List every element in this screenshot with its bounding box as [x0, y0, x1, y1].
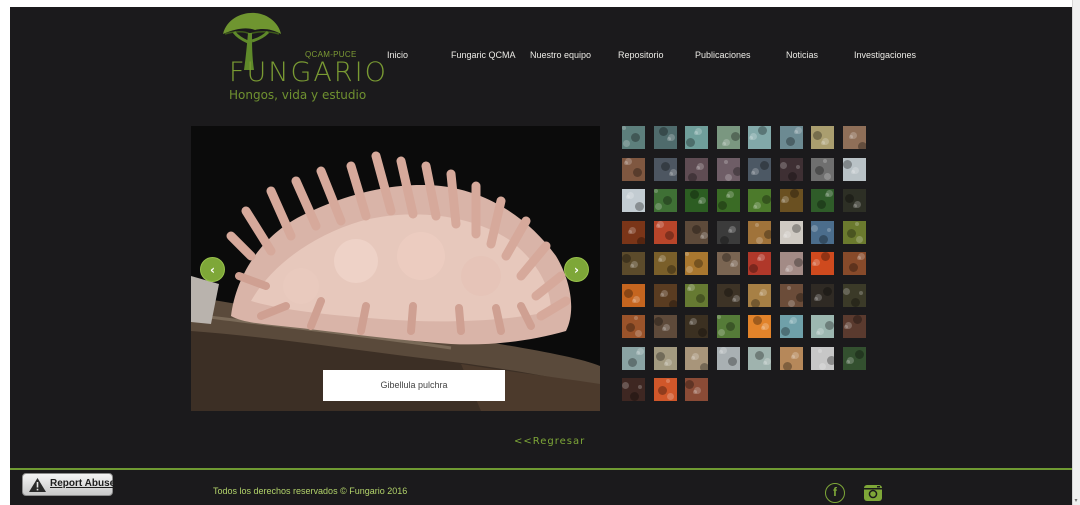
gallery-thumbnail[interactable] [685, 252, 708, 275]
gallery-thumbnail[interactable] [622, 315, 645, 338]
gallery-thumbnail[interactable] [748, 158, 771, 181]
gallery-thumbnail[interactable] [654, 378, 677, 401]
main-nav: Inicio Fungaric QCMA Nuestro equipo Repo… [10, 50, 1072, 66]
gallery-thumbnail[interactable] [843, 284, 866, 307]
gallery-thumbnail[interactable] [811, 284, 834, 307]
photo-slideshow: ‹ › Gibellula pulchra [191, 126, 600, 411]
gallery-thumbnail[interactable] [717, 252, 740, 275]
gallery-thumbnail[interactable] [685, 158, 708, 181]
gallery-thumbnail[interactable] [780, 189, 803, 212]
gallery-thumbnail[interactable] [622, 158, 645, 181]
gallery-thumbnail[interactable] [748, 126, 771, 149]
gallery-thumbnail[interactable] [780, 252, 803, 275]
gallery-thumbnail[interactable] [811, 315, 834, 338]
gallery-thumbnail[interactable] [843, 315, 866, 338]
gallery-thumbnail[interactable] [780, 315, 803, 338]
gallery-thumbnail[interactable] [654, 221, 677, 244]
facebook-glyph: f [833, 485, 837, 499]
gallery-thumbnail[interactable] [685, 315, 708, 338]
gallery-thumbnail[interactable] [843, 158, 866, 181]
gallery-thumbnail[interactable] [622, 347, 645, 370]
footer-copyright: Todos los derechos reservados © Fungario… [213, 486, 408, 496]
gallery-thumbnail[interactable] [780, 347, 803, 370]
fungus-photo [191, 126, 600, 411]
gallery-thumbnail[interactable] [717, 126, 740, 149]
instagram-icon[interactable] [863, 483, 883, 503]
gallery-thumbnail[interactable] [622, 221, 645, 244]
gallery-thumbnail[interactable] [748, 189, 771, 212]
gallery-thumbnail[interactable] [780, 221, 803, 244]
next-slide-button[interactable]: › [564, 257, 589, 282]
gallery-thumbnail[interactable] [811, 252, 834, 275]
gallery-thumbnail[interactable] [685, 378, 708, 401]
gallery-thumbnail[interactable] [654, 189, 677, 212]
gallery-thumbnail[interactable] [780, 158, 803, 181]
thumbnail-gallery [622, 126, 874, 411]
gallery-thumbnail[interactable] [748, 252, 771, 275]
slide-caption: Gibellula pulchra [323, 370, 505, 401]
gallery-thumbnail[interactable] [685, 284, 708, 307]
report-abuse-label: Report Abuse [50, 478, 116, 489]
gallery-thumbnail[interactable] [622, 252, 645, 275]
gallery-thumbnail[interactable] [717, 158, 740, 181]
nav-repositorio[interactable]: Repositorio [618, 50, 664, 60]
page-frame: QCAM-PUCE FUNGARIO Hongos, vida y estudi… [10, 7, 1072, 505]
warning-icon [29, 478, 46, 492]
nav-investigaciones[interactable]: Investigaciones [854, 50, 916, 60]
gallery-thumbnail[interactable] [622, 189, 645, 212]
gallery-thumbnail[interactable] [685, 126, 708, 149]
nav-fungaric-qcma[interactable]: Fungaric QCMA [451, 50, 516, 60]
gallery-thumbnail[interactable] [717, 189, 740, 212]
page-scrollbar[interactable]: ▾ [1072, 0, 1080, 505]
prev-slide-button[interactable]: ‹ [200, 257, 225, 282]
nav-publicaciones[interactable]: Publicaciones [695, 50, 751, 60]
gallery-thumbnail[interactable] [811, 221, 834, 244]
gallery-thumbnail[interactable] [748, 315, 771, 338]
gallery-thumbnail[interactable] [654, 252, 677, 275]
logo-tagline: Hongos, vida y estudio [229, 88, 367, 102]
nav-nuestro-equipo[interactable]: Nuestro equipo [530, 50, 591, 60]
gallery-thumbnail[interactable] [811, 189, 834, 212]
gallery-thumbnail[interactable] [843, 189, 866, 212]
gallery-thumbnail[interactable] [654, 315, 677, 338]
gallery-thumbnail[interactable] [654, 347, 677, 370]
report-abuse-button[interactable]: Report Abuse [22, 473, 116, 496]
footer-divider [10, 468, 1072, 470]
gallery-thumbnail[interactable] [622, 284, 645, 307]
gallery-thumbnail[interactable] [654, 126, 677, 149]
gallery-thumbnail[interactable] [717, 221, 740, 244]
gallery-thumbnail[interactable] [843, 221, 866, 244]
gallery-thumbnail[interactable] [811, 347, 834, 370]
gallery-thumbnail[interactable] [622, 126, 645, 149]
gallery-thumbnail[interactable] [685, 189, 708, 212]
gallery-thumbnail[interactable] [717, 284, 740, 307]
facebook-icon[interactable]: f [825, 483, 845, 503]
gallery-thumbnail[interactable] [685, 221, 708, 244]
gallery-thumbnail[interactable] [654, 284, 677, 307]
gallery-thumbnail[interactable] [811, 126, 834, 149]
nav-noticias[interactable]: Noticias [786, 50, 818, 60]
scroll-down-arrow-icon[interactable]: ▾ [1073, 498, 1079, 504]
gallery-thumbnail[interactable] [717, 347, 740, 370]
gallery-thumbnail[interactable] [843, 252, 866, 275]
gallery-thumbnail[interactable] [622, 378, 645, 401]
gallery-thumbnail[interactable] [748, 221, 771, 244]
gallery-thumbnail[interactable] [843, 347, 866, 370]
nav-inicio[interactable]: Inicio [387, 50, 408, 60]
gallery-thumbnail[interactable] [685, 347, 708, 370]
chevron-right-icon: › [574, 263, 579, 277]
gallery-thumbnail[interactable] [780, 284, 803, 307]
gallery-thumbnail[interactable] [748, 284, 771, 307]
chevron-left-icon: ‹ [210, 263, 215, 277]
back-link[interactable]: <<Regresar [514, 436, 585, 447]
gallery-thumbnail[interactable] [748, 347, 771, 370]
gallery-thumbnail[interactable] [717, 315, 740, 338]
gallery-thumbnail[interactable] [811, 158, 834, 181]
gallery-thumbnail[interactable] [780, 126, 803, 149]
gallery-thumbnail[interactable] [843, 126, 866, 149]
gallery-thumbnail[interactable] [654, 158, 677, 181]
